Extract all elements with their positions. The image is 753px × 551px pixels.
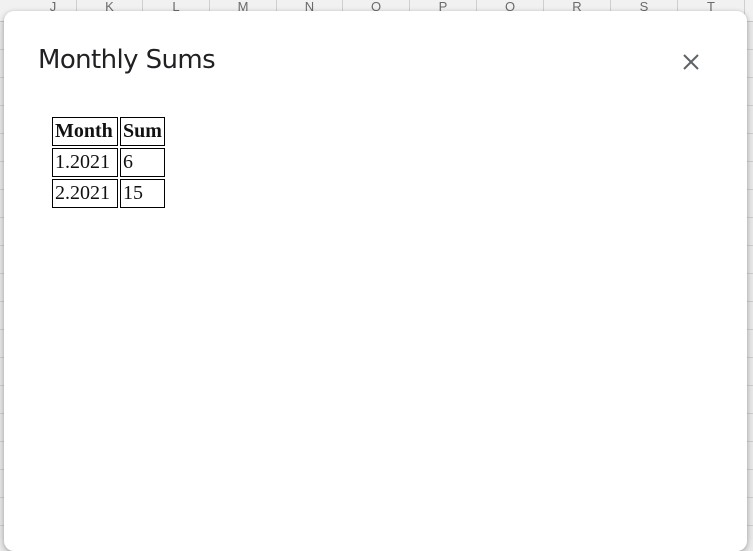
close-button[interactable]	[677, 48, 705, 76]
header-sum: Sum	[120, 117, 165, 146]
cell-month: 2.2021	[52, 179, 118, 208]
table-row: 1.2021 6	[52, 148, 165, 177]
cell-sum: 15	[120, 179, 165, 208]
cell-sum: 6	[120, 148, 165, 177]
cell-month: 1.2021	[52, 148, 118, 177]
header-month: Month	[52, 117, 118, 146]
dialog-title: Monthly Sums	[38, 45, 216, 75]
close-icon	[683, 54, 699, 70]
dialog-content: Month Sum 1.2021 6 2.2021 15	[49, 114, 168, 211]
table-header-row: Month Sum	[52, 117, 165, 146]
table-row: 2.2021 15	[52, 179, 165, 208]
monthly-sums-dialog: Monthly Sums Month Sum 1.2021 6 2.2021 1…	[4, 11, 747, 551]
monthly-sums-table: Month Sum 1.2021 6 2.2021 15	[49, 114, 168, 211]
